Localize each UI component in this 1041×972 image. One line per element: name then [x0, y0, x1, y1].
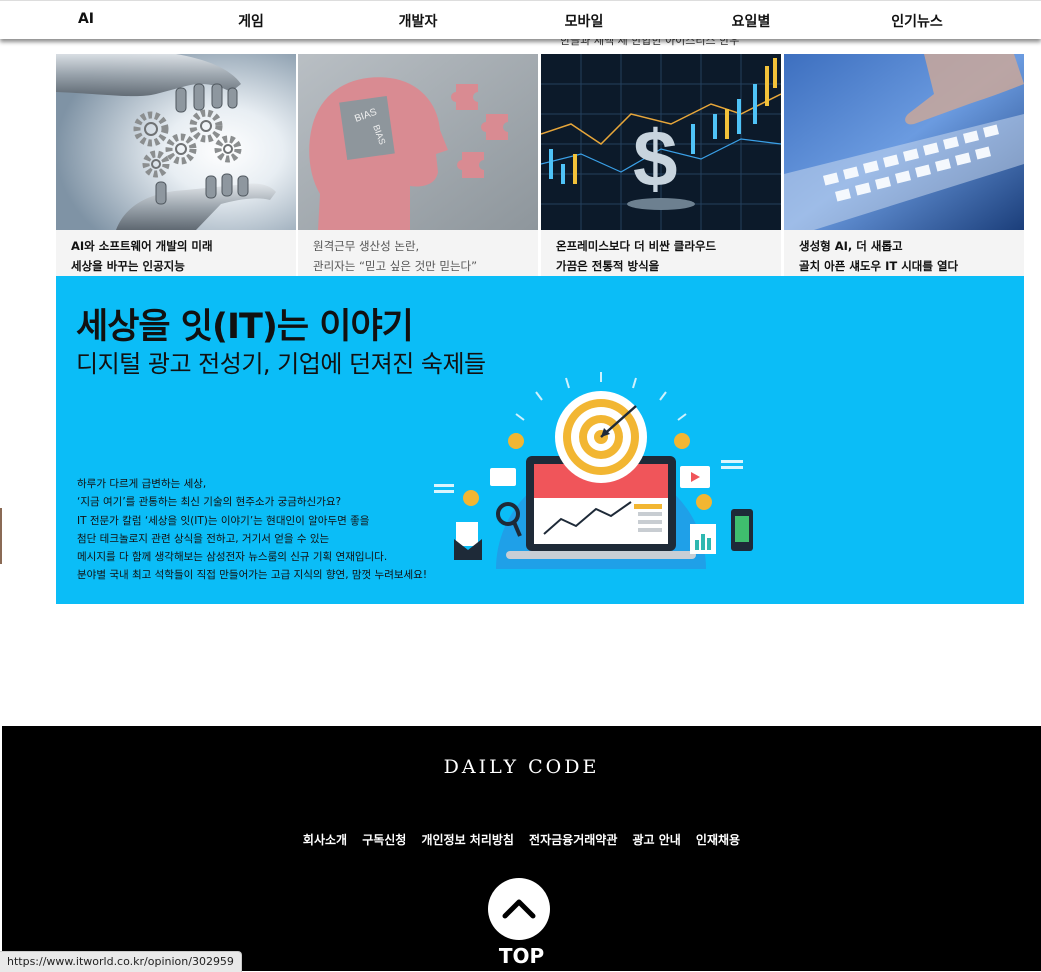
left-edge-sliver	[0, 508, 2, 564]
footer-link-e-finance-terms[interactable]: 전자금융거래약관	[529, 833, 617, 847]
footer-link-privacy[interactable]: 개인정보 처리방침	[421, 833, 514, 847]
scroll-top-button[interactable]	[488, 878, 550, 940]
nav-item-ai[interactable]: AI	[78, 11, 94, 27]
link-hover-status-url: https://www.itworld.co.kr/opinion/302959	[0, 951, 242, 972]
footer-link-subscribe[interactable]: 구독신청	[362, 833, 406, 847]
article-card-shadow-it[interactable]: 생성형 AI, 더 새롭고 골치 아픈 섀도우 IT 시대를 열다	[784, 54, 1024, 276]
footer-link-advertising[interactable]: 광고 안내	[632, 833, 680, 847]
dollar-stock-chart-thumbnail[interactable]: $	[541, 54, 781, 230]
article-card-remote-work[interactable]: BIAS BIAS 원격근무 생산성 논란, 관리자는 “믿고 싶은 것만 믿는…	[298, 54, 538, 276]
footer-links: 회사소개 구독신청 개인정보 처리방침 전자금융거래약관 광고 안내 인재채용	[2, 829, 1041, 848]
nav-item-weekday[interactable]: 요일별	[732, 11, 771, 31]
footer-link-careers[interactable]: 인재채용	[696, 833, 740, 847]
banner-subtitle: 디지털 광고 전성기, 기업에 던져진 숙제들	[76, 350, 486, 378]
nav-item-popular-news[interactable]: 인기뉴스	[891, 11, 943, 31]
footer-link-company[interactable]: 회사소개	[303, 833, 347, 847]
article-card-title[interactable]: 온프레미스보다 더 비싼 클라우드 가끔은 전통적 방식을	[556, 236, 776, 276]
ai-robot-hands-thumbnail[interactable]	[56, 54, 296, 230]
article-card-cloud-cost[interactable]: $ 온프레미스보다 더 비싼 클라우드 가끔은 전통적 방식을	[541, 54, 781, 276]
svg-text:$: $	[633, 114, 678, 203]
top-navigation: AI 게임 개발자 모바일 요일별 인기뉴스	[0, 0, 1041, 39]
footer-brand-logo[interactable]: DAILY CODE	[2, 756, 1041, 778]
article-card-grid: AI와 소프트웨어 개발의 미래 세상을 바꾸는 인공지능 BIAS BIAS …	[56, 54, 1024, 276]
article-card-title[interactable]: AI와 소프트웨어 개발의 미래 세상을 바꾸는 인공지능	[71, 236, 291, 276]
nav-item-game[interactable]: 게임	[238, 11, 264, 31]
nav-item-mobile[interactable]: 모바일	[565, 11, 604, 31]
nav-item-developer[interactable]: 개발자	[399, 11, 438, 31]
chevron-up-icon	[502, 899, 536, 919]
keyboard-hand-thumbnail[interactable]	[784, 54, 1024, 230]
site-footer: DAILY CODE 회사소개 구독신청 개인정보 처리방침 전자금융거래약관 …	[2, 726, 1041, 971]
article-card-title[interactable]: 생성형 AI, 더 새롭고 골치 아픈 섀도우 IT 시대를 열다	[799, 236, 1019, 276]
digital-ad-target-illustration	[434, 372, 753, 569]
article-card-ai-software[interactable]: AI와 소프트웨어 개발의 미래 세상을 바꾸는 인공지능	[56, 54, 296, 276]
article-card-title[interactable]: 원격근무 생산성 논란, 관리자는 “믿고 싶은 것만 믿는다”	[313, 236, 533, 276]
column-banner[interactable]: 세상을 잇(IT)는 이야기 디지털 광고 전성기, 기업에 던져진 숙제들 하…	[56, 276, 1024, 604]
banner-title: 세상을 잇(IT)는 이야기	[76, 307, 414, 347]
bias-puzzle-head-thumbnail[interactable]: BIAS BIAS	[298, 54, 538, 230]
